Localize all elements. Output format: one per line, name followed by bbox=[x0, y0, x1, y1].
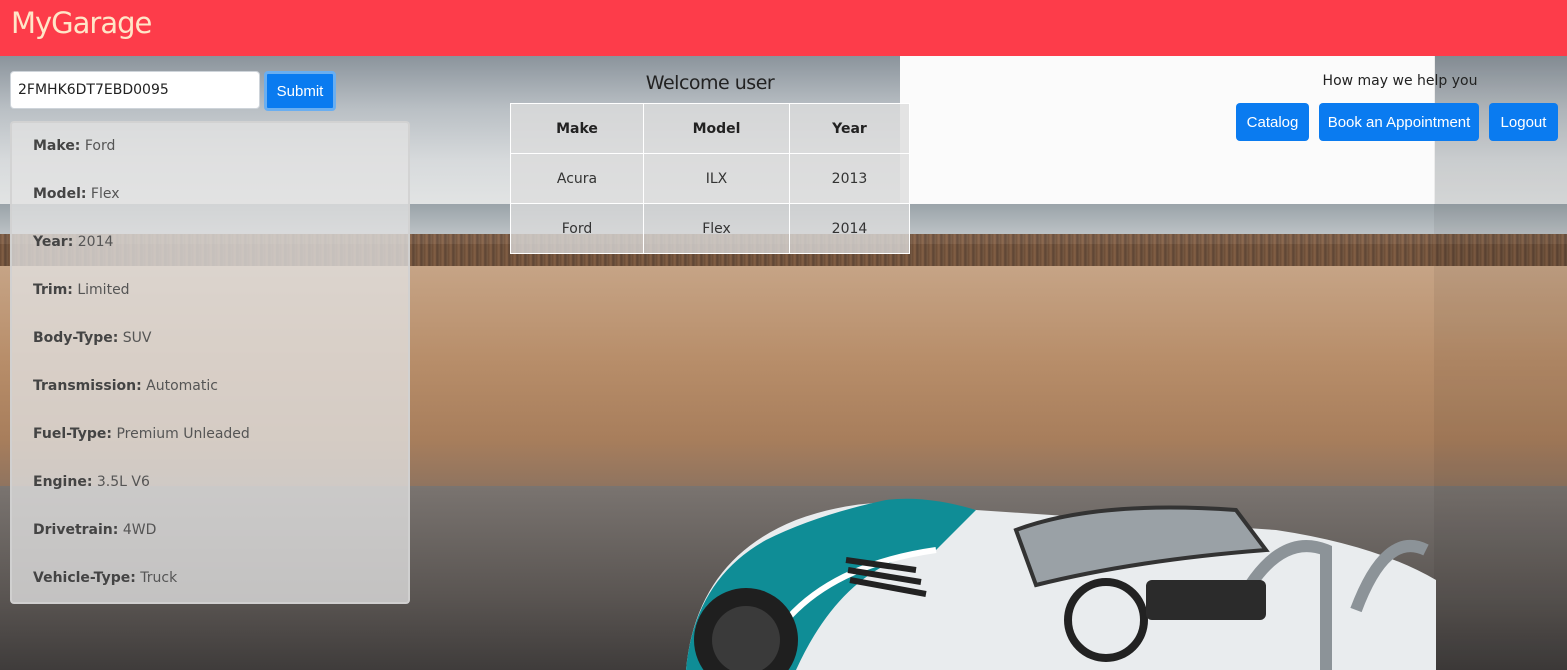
catalog-button[interactable]: Catalog bbox=[1236, 103, 1309, 141]
detail-year: Year: 2014 bbox=[33, 234, 114, 250]
garage-cars-table: Make Model Year Acura ILX 2013 Ford Flex… bbox=[510, 103, 910, 254]
detail-engine: Engine: 3.5L V6 bbox=[33, 474, 150, 490]
vehicle-details-panel: Make: Ford Model: Flex Year: 2014 Trim: … bbox=[10, 121, 410, 604]
detail-make: Make: Ford bbox=[33, 138, 116, 154]
detail-trim: Trim: Limited bbox=[33, 282, 130, 298]
detail-vehicle-type: Vehicle-Type: Truck bbox=[33, 570, 178, 586]
table-header-row: Make Model Year bbox=[510, 103, 910, 154]
cell-model: Flex bbox=[643, 203, 790, 254]
logout-button[interactable]: Logout bbox=[1489, 103, 1558, 141]
detail-model: Model: Flex bbox=[33, 186, 120, 202]
image-edge bbox=[1434, 56, 1567, 670]
cell-make: Acura bbox=[510, 153, 644, 204]
column-header-model: Model bbox=[643, 103, 790, 154]
top-navbar: MyGarage bbox=[0, 0, 1567, 56]
vin-input[interactable] bbox=[10, 71, 260, 109]
table-row[interactable]: Acura ILX 2013 bbox=[510, 153, 910, 204]
cell-year: 2013 bbox=[789, 153, 910, 204]
welcome-heading: Welcome user bbox=[645, 72, 775, 94]
book-appointment-button[interactable]: Book an Appointment bbox=[1319, 103, 1479, 141]
help-text: How may we help you bbox=[1322, 73, 1478, 89]
column-header-year: Year bbox=[789, 103, 910, 154]
column-header-make: Make bbox=[510, 103, 644, 154]
cell-make: Ford bbox=[510, 203, 644, 254]
detail-body-type: Body-Type: SUV bbox=[33, 330, 152, 346]
cell-year: 2014 bbox=[789, 203, 910, 254]
detail-drivetrain: Drivetrain: 4WD bbox=[33, 522, 157, 538]
cell-model: ILX bbox=[643, 153, 790, 204]
table-row[interactable]: Ford Flex 2014 bbox=[510, 203, 910, 254]
detail-transmission: Transmission: Automatic bbox=[33, 378, 218, 394]
submit-button[interactable]: Submit bbox=[264, 71, 336, 111]
detail-fuel-type: Fuel-Type: Premium Unleaded bbox=[33, 426, 250, 442]
brand-logo[interactable]: MyGarage bbox=[11, 6, 152, 40]
roadster-car-image bbox=[686, 498, 1436, 670]
